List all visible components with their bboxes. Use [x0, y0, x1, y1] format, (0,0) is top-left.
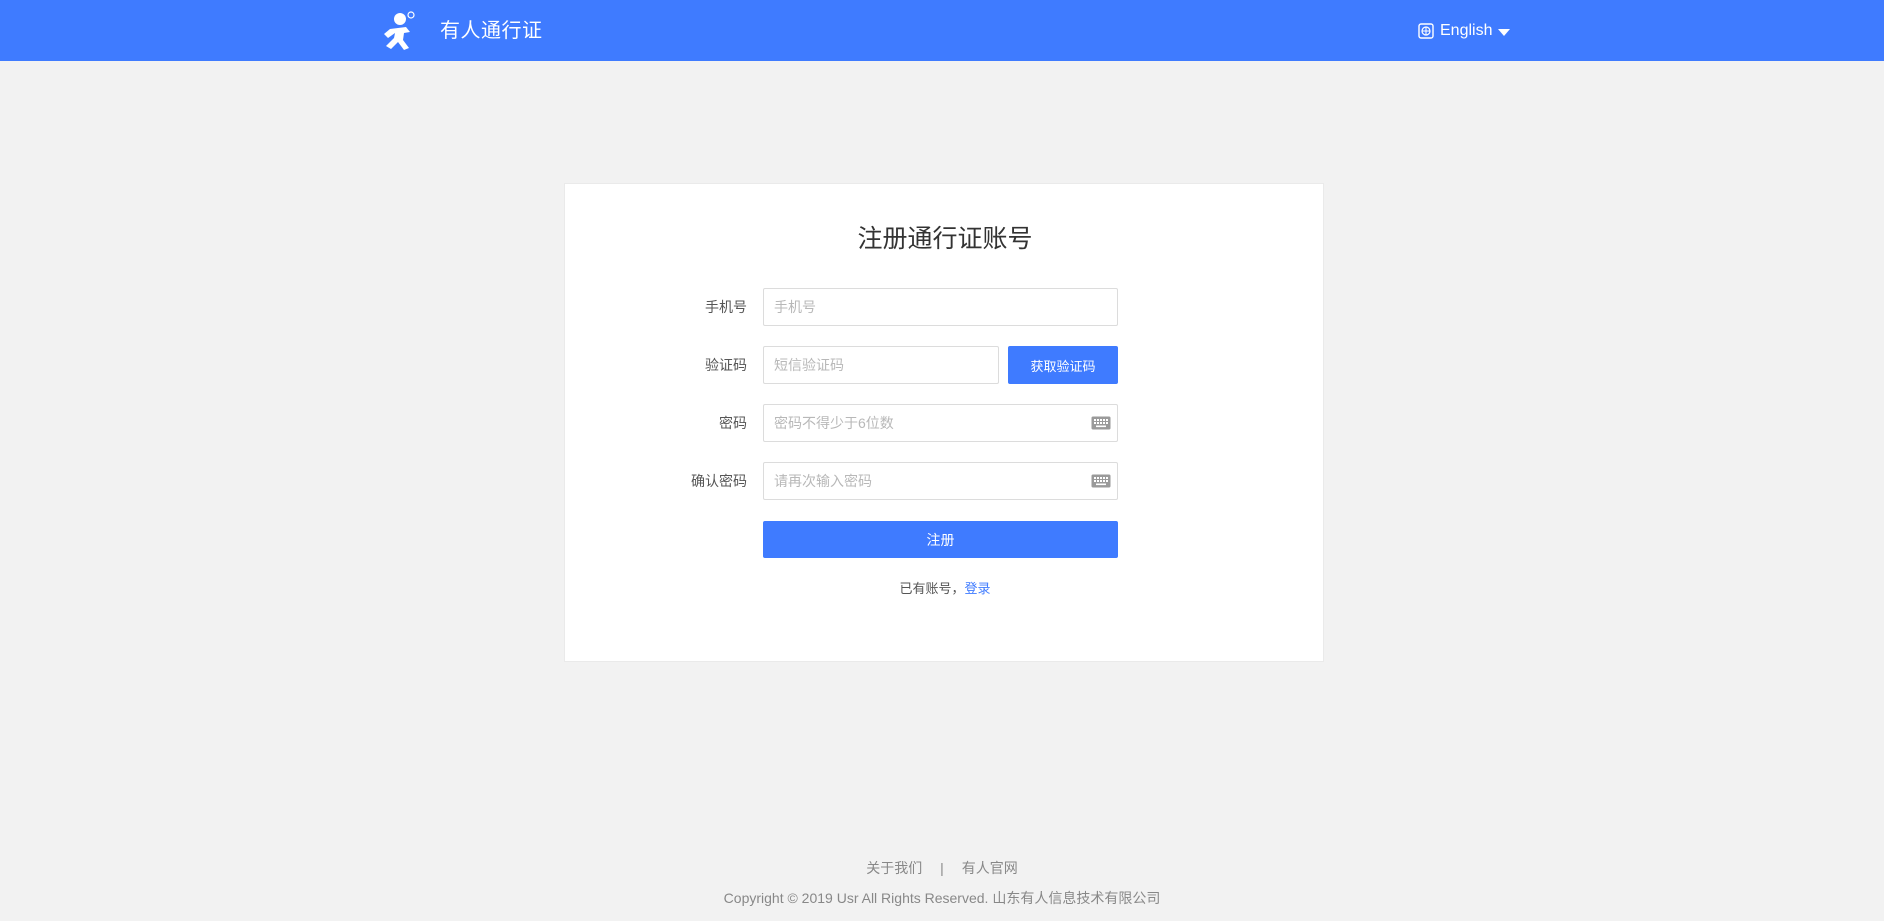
register-card: 注册通行证账号 手机号 验证码 获取验证码 密码 确认密码	[564, 183, 1324, 662]
have-account-text: 已有账号，	[899, 581, 965, 596]
phone-input[interactable]	[763, 288, 1118, 326]
official-site-link[interactable]: 有人官网	[962, 860, 1018, 876]
page-title: 注册通行证账号	[857, 225, 1033, 253]
register-button[interactable]: 注册	[763, 521, 1118, 558]
brand-title: 有人通行证	[440, 20, 543, 42]
sms-code-label: 验证码	[705, 357, 747, 373]
have-account-line: 已有账号，登录	[565, 580, 1325, 598]
get-code-button[interactable]: 获取验证码	[1008, 346, 1118, 384]
keyboard-icon[interactable]	[1091, 416, 1111, 430]
password-label: 密码	[719, 415, 747, 431]
phone-label: 手机号	[705, 299, 747, 315]
language-switcher[interactable]: English	[1418, 19, 1511, 43]
confirm-password-label: 确认密码	[691, 473, 747, 489]
confirm-password-input[interactable]	[763, 462, 1118, 500]
footer-separator: |	[940, 860, 944, 876]
about-us-link[interactable]: 关于我们	[866, 860, 922, 876]
chevron-down-icon	[1498, 28, 1511, 36]
language-label: English	[1440, 22, 1493, 39]
login-link[interactable]: 登录	[965, 581, 991, 596]
sms-code-input[interactable]	[763, 346, 999, 384]
password-input[interactable]	[763, 404, 1118, 442]
footer-links: 关于我们 | 有人官网	[0, 858, 1884, 878]
runner-logo-icon[interactable]	[376, 10, 420, 54]
top-header: 有人通行证 English	[0, 0, 1884, 61]
language-icon	[1418, 23, 1434, 39]
copyright-text: Copyright © 2019 Usr All Rights Reserved…	[723, 890, 1161, 906]
keyboard-icon[interactable]	[1091, 474, 1111, 488]
